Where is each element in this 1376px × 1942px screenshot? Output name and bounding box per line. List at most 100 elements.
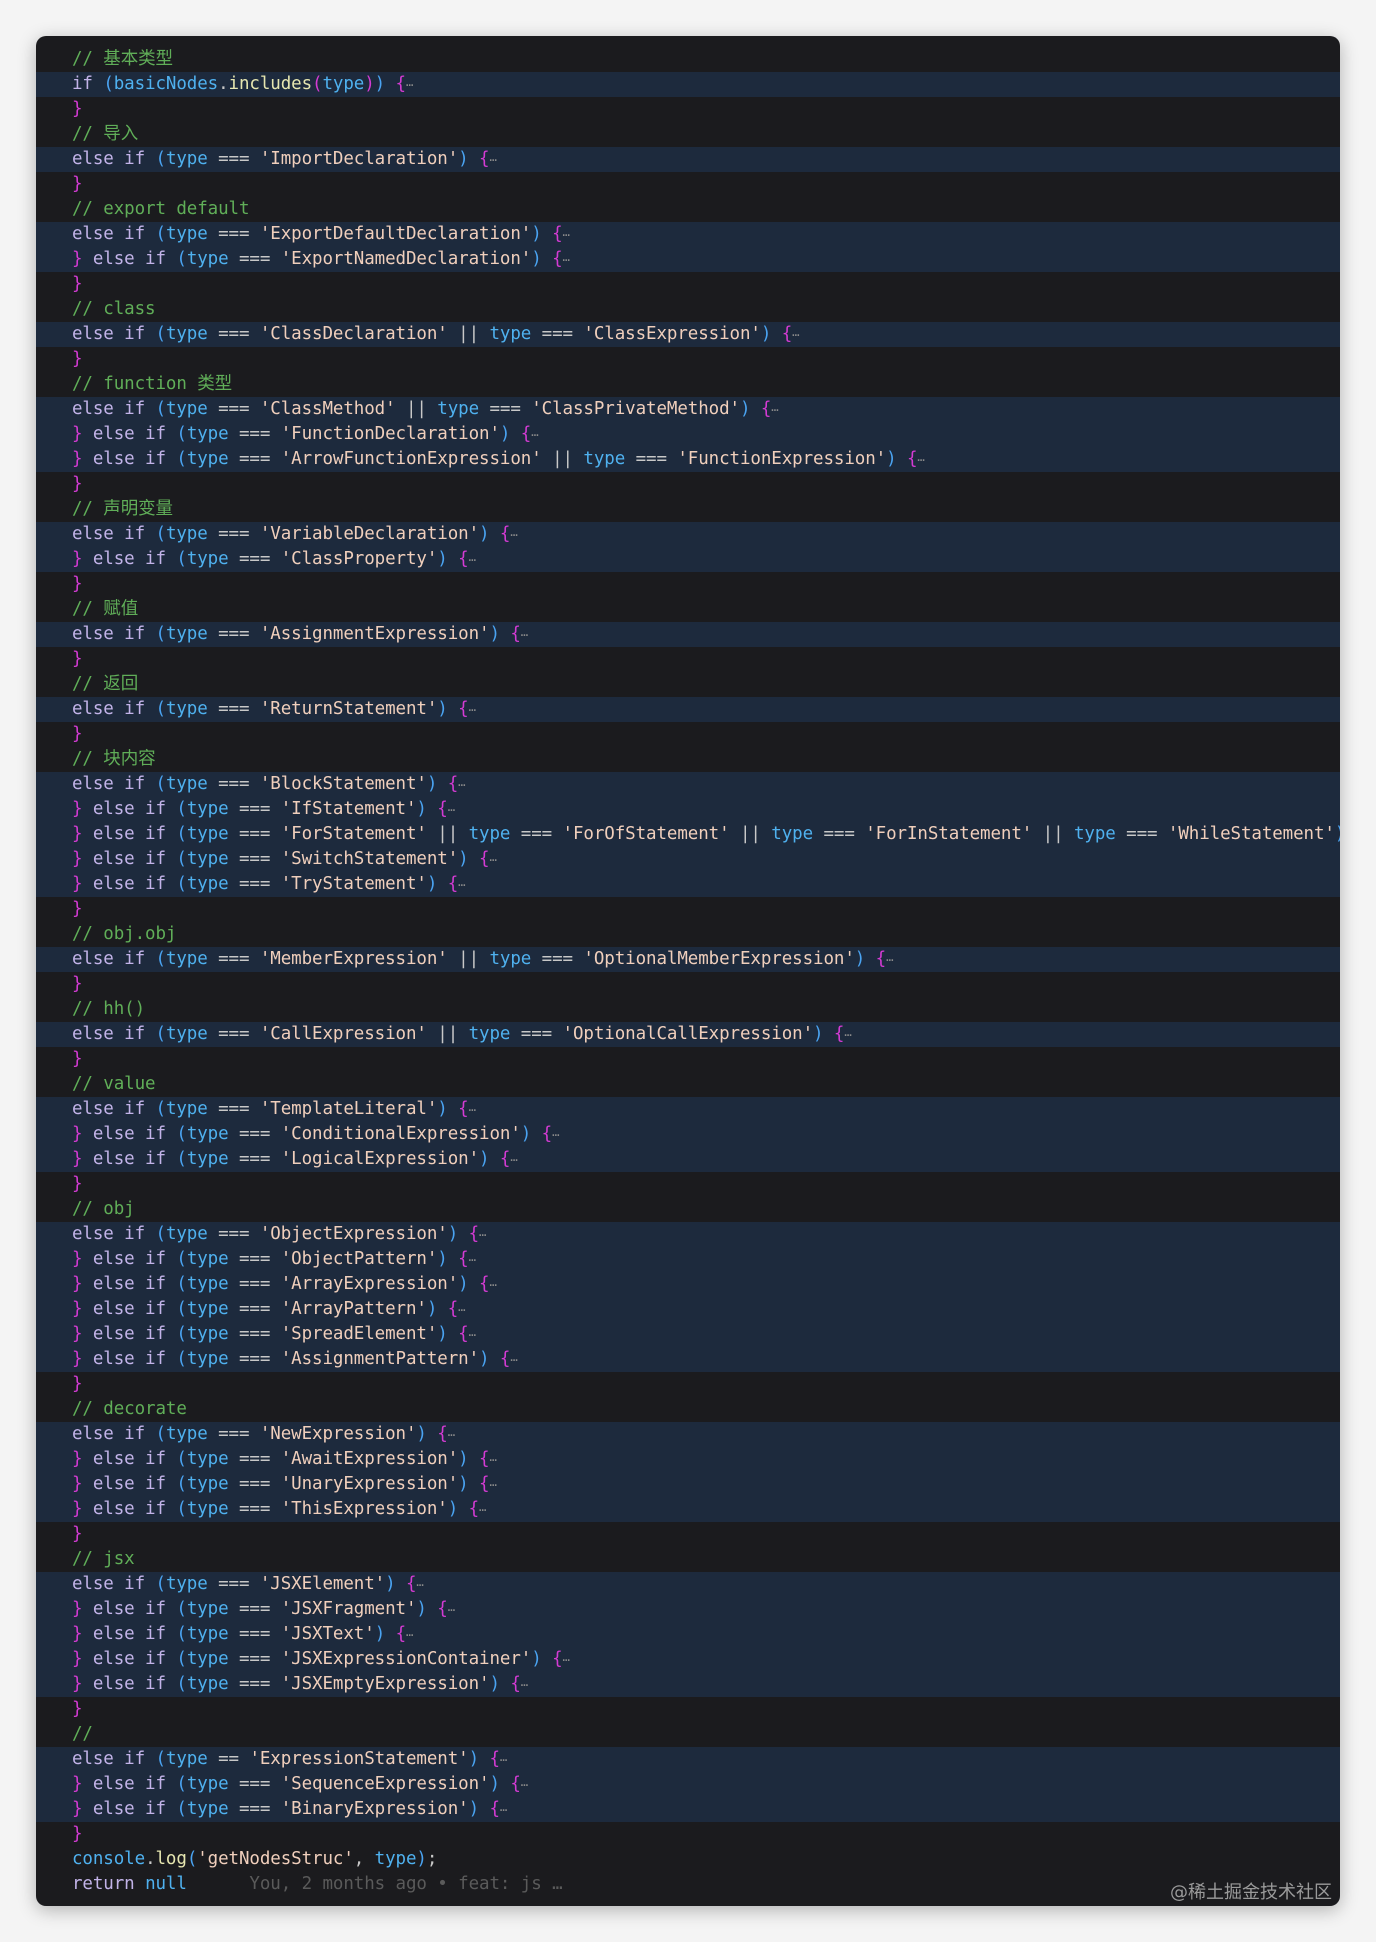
code-line[interactable]: } else if (type === 'UnaryExpression') {… — [36, 1472, 1340, 1497]
code-line[interactable]: } else if (type === 'FunctionDeclaration… — [36, 422, 1340, 447]
code-line[interactable]: // 声明变量 — [36, 497, 1340, 522]
code-line[interactable]: } — [36, 97, 1340, 122]
code-line[interactable]: } else if (type === 'IfStatement') {⋯ — [36, 797, 1340, 822]
code-line[interactable]: else if (type === 'ObjectExpression') {⋯ — [36, 1222, 1340, 1247]
code-line[interactable]: } — [36, 1372, 1340, 1397]
fold-ellipsis-icon[interactable]: ⋯ — [469, 1328, 476, 1342]
fold-ellipsis-icon[interactable]: ⋯ — [771, 403, 778, 417]
code-line[interactable]: else if (type === 'ExportDefaultDeclarat… — [36, 222, 1340, 247]
fold-ellipsis-icon[interactable]: ⋯ — [458, 878, 465, 892]
fold-ellipsis-icon[interactable]: ⋯ — [552, 1128, 559, 1142]
fold-ellipsis-icon[interactable]: ⋯ — [469, 703, 476, 717]
code-line[interactable]: else if (type === 'VariableDeclaration')… — [36, 522, 1340, 547]
code-line[interactable]: else if (type === 'TemplateLiteral') {⋯ — [36, 1097, 1340, 1122]
fold-ellipsis-icon[interactable]: ⋯ — [510, 1153, 517, 1167]
code-line[interactable]: // function 类型 — [36, 372, 1340, 397]
fold-ellipsis-icon[interactable]: ⋯ — [510, 528, 517, 542]
code-line[interactable]: // obj — [36, 1197, 1340, 1222]
code-line[interactable]: } else if (type === 'TryStatement') {⋯ — [36, 872, 1340, 897]
code-line[interactable]: // 赋值 — [36, 597, 1340, 622]
fold-ellipsis-icon[interactable]: ⋯ — [521, 628, 528, 642]
code-line[interactable]: } else if (type === 'SequenceExpression'… — [36, 1772, 1340, 1797]
code-line[interactable]: // jsx — [36, 1547, 1340, 1572]
fold-ellipsis-icon[interactable]: ⋯ — [458, 778, 465, 792]
code-line[interactable]: } else if (type === 'ThisExpression') {⋯ — [36, 1497, 1340, 1522]
code-line[interactable]: // 导入 — [36, 122, 1340, 147]
code-line[interactable]: } — [36, 722, 1340, 747]
code-line[interactable]: } else if (type === 'ForStatement' || ty… — [36, 822, 1340, 847]
code-line[interactable]: } else if (type === 'JSXFragment') {⋯ — [36, 1597, 1340, 1622]
fold-ellipsis-icon[interactable]: ⋯ — [510, 1353, 517, 1367]
code-line[interactable]: } else if (type === 'ArrayPattern') {⋯ — [36, 1297, 1340, 1322]
code-line[interactable]: } — [36, 1822, 1340, 1847]
fold-ellipsis-icon[interactable]: ⋯ — [531, 428, 538, 442]
code-line[interactable]: } else if (type === 'ArrayExpression') {… — [36, 1272, 1340, 1297]
fold-ellipsis-icon[interactable]: ⋯ — [406, 1628, 413, 1642]
code-line[interactable]: // export default — [36, 197, 1340, 222]
code-line[interactable]: else if (type === 'BlockStatement') {⋯ — [36, 772, 1340, 797]
code-line[interactable]: else if (type == 'ExpressionStatement') … — [36, 1747, 1340, 1772]
fold-ellipsis-icon[interactable]: ⋯ — [489, 153, 496, 167]
code-line[interactable]: else if (type === 'ReturnStatement') {⋯ — [36, 697, 1340, 722]
code-line[interactable]: else if (type === 'MemberExpression' || … — [36, 947, 1340, 972]
code-line[interactable]: // 返回 — [36, 672, 1340, 697]
code-line[interactable]: // hh() — [36, 997, 1340, 1022]
fold-ellipsis-icon[interactable]: ⋯ — [489, 1478, 496, 1492]
code-line[interactable]: // obj.obj — [36, 922, 1340, 947]
code-line[interactable]: // — [36, 1722, 1340, 1747]
fold-ellipsis-icon[interactable]: ⋯ — [792, 328, 799, 342]
code-line[interactable]: // class — [36, 297, 1340, 322]
code-line[interactable]: } else if (type === 'SpreadElement') {⋯ — [36, 1322, 1340, 1347]
code-line[interactable]: else if (type === 'JSXElement') {⋯ — [36, 1572, 1340, 1597]
fold-ellipsis-icon[interactable]: ⋯ — [469, 553, 476, 567]
code-line[interactable]: // 块内容 — [36, 747, 1340, 772]
fold-ellipsis-icon[interactable]: ⋯ — [844, 1028, 851, 1042]
code-line[interactable]: } else if (type === 'ClassProperty') {⋯ — [36, 547, 1340, 572]
fold-ellipsis-icon[interactable]: ⋯ — [886, 953, 893, 967]
fold-ellipsis-icon[interactable]: ⋯ — [917, 453, 924, 467]
fold-ellipsis-icon[interactable]: ⋯ — [563, 228, 570, 242]
code-line[interactable]: console.log('getNodesStruc', type); — [36, 1847, 1340, 1872]
fold-ellipsis-icon[interactable]: ⋯ — [489, 1278, 496, 1292]
code-line[interactable]: } else if (type === 'SwitchStatement') {… — [36, 847, 1340, 872]
code-line[interactable]: } else if (type === 'JSXExpressionContai… — [36, 1647, 1340, 1672]
fold-ellipsis-icon[interactable]: ⋯ — [489, 853, 496, 867]
fold-ellipsis-icon[interactable]: ⋯ — [500, 1803, 507, 1817]
code-line[interactable]: // 基本类型 — [36, 47, 1340, 72]
fold-ellipsis-icon[interactable]: ⋯ — [469, 1253, 476, 1267]
code-line[interactable]: } — [36, 647, 1340, 672]
code-line[interactable]: } else if (type === 'LogicalExpression')… — [36, 1147, 1340, 1172]
fold-ellipsis-icon[interactable]: ⋯ — [479, 1228, 486, 1242]
code-line[interactable]: } else if (type === 'JSXEmptyExpression'… — [36, 1672, 1340, 1697]
code-line[interactable]: } else if (type === 'ConditionalExpressi… — [36, 1122, 1340, 1147]
code-line[interactable]: } — [36, 172, 1340, 197]
fold-ellipsis-icon[interactable]: ⋯ — [521, 1678, 528, 1692]
code-line[interactable]: // decorate — [36, 1397, 1340, 1422]
code-line[interactable]: else if (type === 'AssignmentExpression'… — [36, 622, 1340, 647]
code-line[interactable]: } else if (type === 'ObjectPattern') {⋯ — [36, 1247, 1340, 1272]
code-line[interactable]: } — [36, 347, 1340, 372]
fold-ellipsis-icon[interactable]: ⋯ — [448, 1428, 455, 1442]
code-line[interactable]: } — [36, 897, 1340, 922]
code-line[interactable]: } — [36, 572, 1340, 597]
code-line[interactable]: } else if (type === 'ExportNamedDeclarat… — [36, 247, 1340, 272]
code-line[interactable]: return null You, 2 months ago • feat: js… — [36, 1872, 1340, 1897]
fold-ellipsis-icon[interactable]: ⋯ — [479, 1503, 486, 1517]
code-line[interactable]: } else if (type === 'ArrowFunctionExpres… — [36, 447, 1340, 472]
code-line[interactable]: if (basicNodes.includes(type)) {⋯ — [36, 72, 1340, 97]
code-line[interactable]: } — [36, 1697, 1340, 1722]
fold-ellipsis-icon[interactable]: ⋯ — [448, 803, 455, 817]
code-line[interactable]: } — [36, 272, 1340, 297]
code-line[interactable]: else if (type === 'ClassDeclaration' || … — [36, 322, 1340, 347]
fold-ellipsis-icon[interactable]: ⋯ — [489, 1453, 496, 1467]
code-line[interactable]: } else if (type === 'AwaitExpression') {… — [36, 1447, 1340, 1472]
fold-ellipsis-icon[interactable]: ⋯ — [406, 78, 413, 92]
code-line[interactable]: } — [36, 1047, 1340, 1072]
code-line[interactable]: else if (type === 'ClassMethod' || type … — [36, 397, 1340, 422]
code-line[interactable]: else if (type === 'NewExpression') {⋯ — [36, 1422, 1340, 1447]
fold-ellipsis-icon[interactable]: ⋯ — [469, 1103, 476, 1117]
fold-ellipsis-icon[interactable]: ⋯ — [458, 1303, 465, 1317]
fold-ellipsis-icon[interactable]: ⋯ — [416, 1578, 423, 1592]
fold-ellipsis-icon[interactable]: ⋯ — [448, 1603, 455, 1617]
code-line[interactable]: } — [36, 1172, 1340, 1197]
